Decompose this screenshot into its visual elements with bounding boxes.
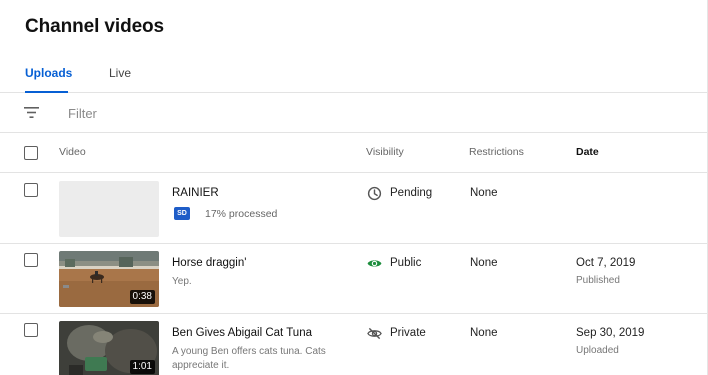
table-row[interactable]: 0:38 Horse draggin' Yep. Public None Oct… xyxy=(0,244,707,314)
filter-input[interactable] xyxy=(68,104,368,122)
eye-icon xyxy=(367,260,382,267)
clock-icon xyxy=(367,186,382,201)
filter-icon[interactable] xyxy=(24,106,39,119)
column-header-video: Video xyxy=(59,146,86,158)
column-header-visibility: Visibility xyxy=(366,146,404,158)
video-duration: 1:01 xyxy=(129,360,155,374)
table-header: Video Visibility Restrictions Date xyxy=(0,133,707,173)
tab-live[interactable]: Live xyxy=(109,66,131,93)
video-duration: 0:38 xyxy=(129,290,155,304)
eye-off-icon xyxy=(367,327,382,340)
video-date: Sep 30, 2019 xyxy=(576,327,645,339)
date-status: Published xyxy=(576,275,620,286)
video-description: A young Ben offers cats tuna. Cats appre… xyxy=(172,346,326,371)
channel-videos-panel: Channel videos Uploads Live Video Visibi… xyxy=(0,0,708,375)
column-header-restrictions: Restrictions xyxy=(469,146,524,158)
column-header-date[interactable]: Date xyxy=(576,146,599,158)
select-all-checkbox[interactable] xyxy=(24,146,38,160)
restrictions-value: None xyxy=(470,257,498,269)
video-date: Oct 7, 2019 xyxy=(576,257,636,269)
video-title[interactable]: Ben Gives Abigail Cat Tuna xyxy=(172,327,312,339)
restrictions-value: None xyxy=(470,327,498,339)
tab-bar: Uploads Live xyxy=(0,62,707,93)
processing-status: 17% processed xyxy=(205,208,278,220)
date-status: Uploaded xyxy=(576,345,619,356)
visibility-label[interactable]: Public xyxy=(390,257,421,269)
table-row[interactable]: RAINIER SD 17% processed Pending None xyxy=(0,174,707,244)
table-row[interactable]: 1:01 Ben Gives Abigail Cat Tuna A young … xyxy=(0,314,707,375)
filter-bar xyxy=(0,93,707,133)
row-checkbox[interactable] xyxy=(24,183,38,197)
visibility-label[interactable]: Private xyxy=(390,327,426,339)
row-checkbox[interactable] xyxy=(24,253,38,267)
video-title[interactable]: Horse draggin' xyxy=(172,257,246,269)
video-title[interactable]: RAINIER xyxy=(172,187,219,199)
video-thumbnail[interactable]: 0:38 xyxy=(59,251,159,307)
video-thumbnail[interactable] xyxy=(59,181,159,237)
restrictions-value: None xyxy=(470,187,498,199)
page-title: Channel videos xyxy=(25,16,165,37)
tab-uploads[interactable]: Uploads xyxy=(25,66,72,93)
video-thumbnail[interactable]: 1:01 xyxy=(59,321,159,375)
sd-badge: SD xyxy=(174,207,190,220)
visibility-label[interactable]: Pending xyxy=(390,187,432,199)
row-checkbox[interactable] xyxy=(24,323,38,337)
video-description: Yep. xyxy=(172,276,192,287)
